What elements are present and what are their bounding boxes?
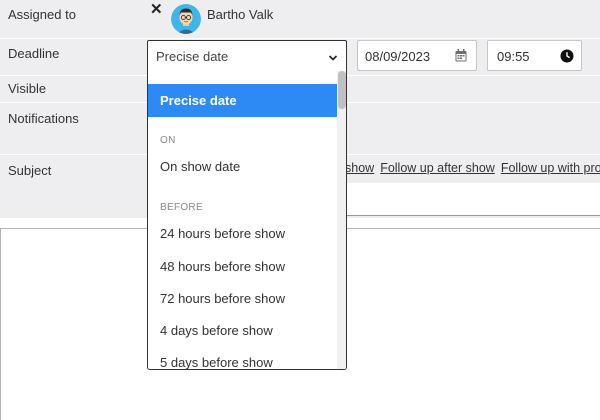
option-4-days-before[interactable]: 4 days before show: [148, 323, 337, 338]
group-heading-before: BEFORE: [160, 202, 203, 213]
deadline-select[interactable]: Precise date: [147, 40, 347, 71]
close-icon[interactable]: ✕: [150, 2, 163, 17]
subject-input[interactable]: [345, 183, 600, 216]
deadline-select-value: Precise date: [156, 49, 229, 64]
deadline-label: Deadline: [8, 46, 60, 61]
assigned-to-label: Assigned to: [8, 7, 76, 22]
dropdown-scrollbar[interactable]: [337, 71, 346, 369]
quick-link-follow-up-with-pro[interactable]: Follow up with pro: [501, 161, 600, 175]
deadline-dropdown-menu: Precise date ON On show date BEFORE 24 h…: [147, 71, 347, 370]
quick-link-show[interactable]: show: [345, 161, 374, 175]
subject-quick-links: show Follow up after show Follow up with p…: [345, 161, 600, 175]
quick-link-follow-up-after-show[interactable]: Follow up after show: [380, 161, 495, 175]
option-72-hours-before[interactable]: 72 hours before show: [148, 291, 337, 306]
group-heading-on: ON: [160, 135, 176, 146]
visible-label: Visible: [8, 81, 47, 96]
avatar: [171, 4, 201, 34]
option-48-hours-before[interactable]: 48 hours before show: [148, 259, 337, 274]
date-value: 08/09/2023: [365, 49, 431, 64]
scrollbar-thumb[interactable]: [338, 71, 346, 109]
option-precise-date[interactable]: Precise date: [148, 84, 337, 117]
chevron-down-icon: [328, 51, 338, 66]
option-on-show-date[interactable]: On show date: [148, 159, 337, 174]
time-value: 09:55: [497, 49, 530, 64]
assignee-name: Bartho Valk: [207, 7, 274, 22]
time-input[interactable]: 09:55: [487, 40, 582, 71]
row-divider: [0, 38, 600, 39]
option-24-hours-before[interactable]: 24 hours before show: [148, 226, 337, 241]
option-5-days-before[interactable]: 5 days before show: [148, 355, 337, 369]
notifications-label: Notifications: [8, 111, 79, 126]
clock-icon[interactable]: [560, 49, 574, 66]
calendar-icon[interactable]: [455, 49, 467, 65]
date-input[interactable]: 08/09/2023: [357, 40, 477, 71]
subject-label: Subject: [8, 163, 52, 178]
